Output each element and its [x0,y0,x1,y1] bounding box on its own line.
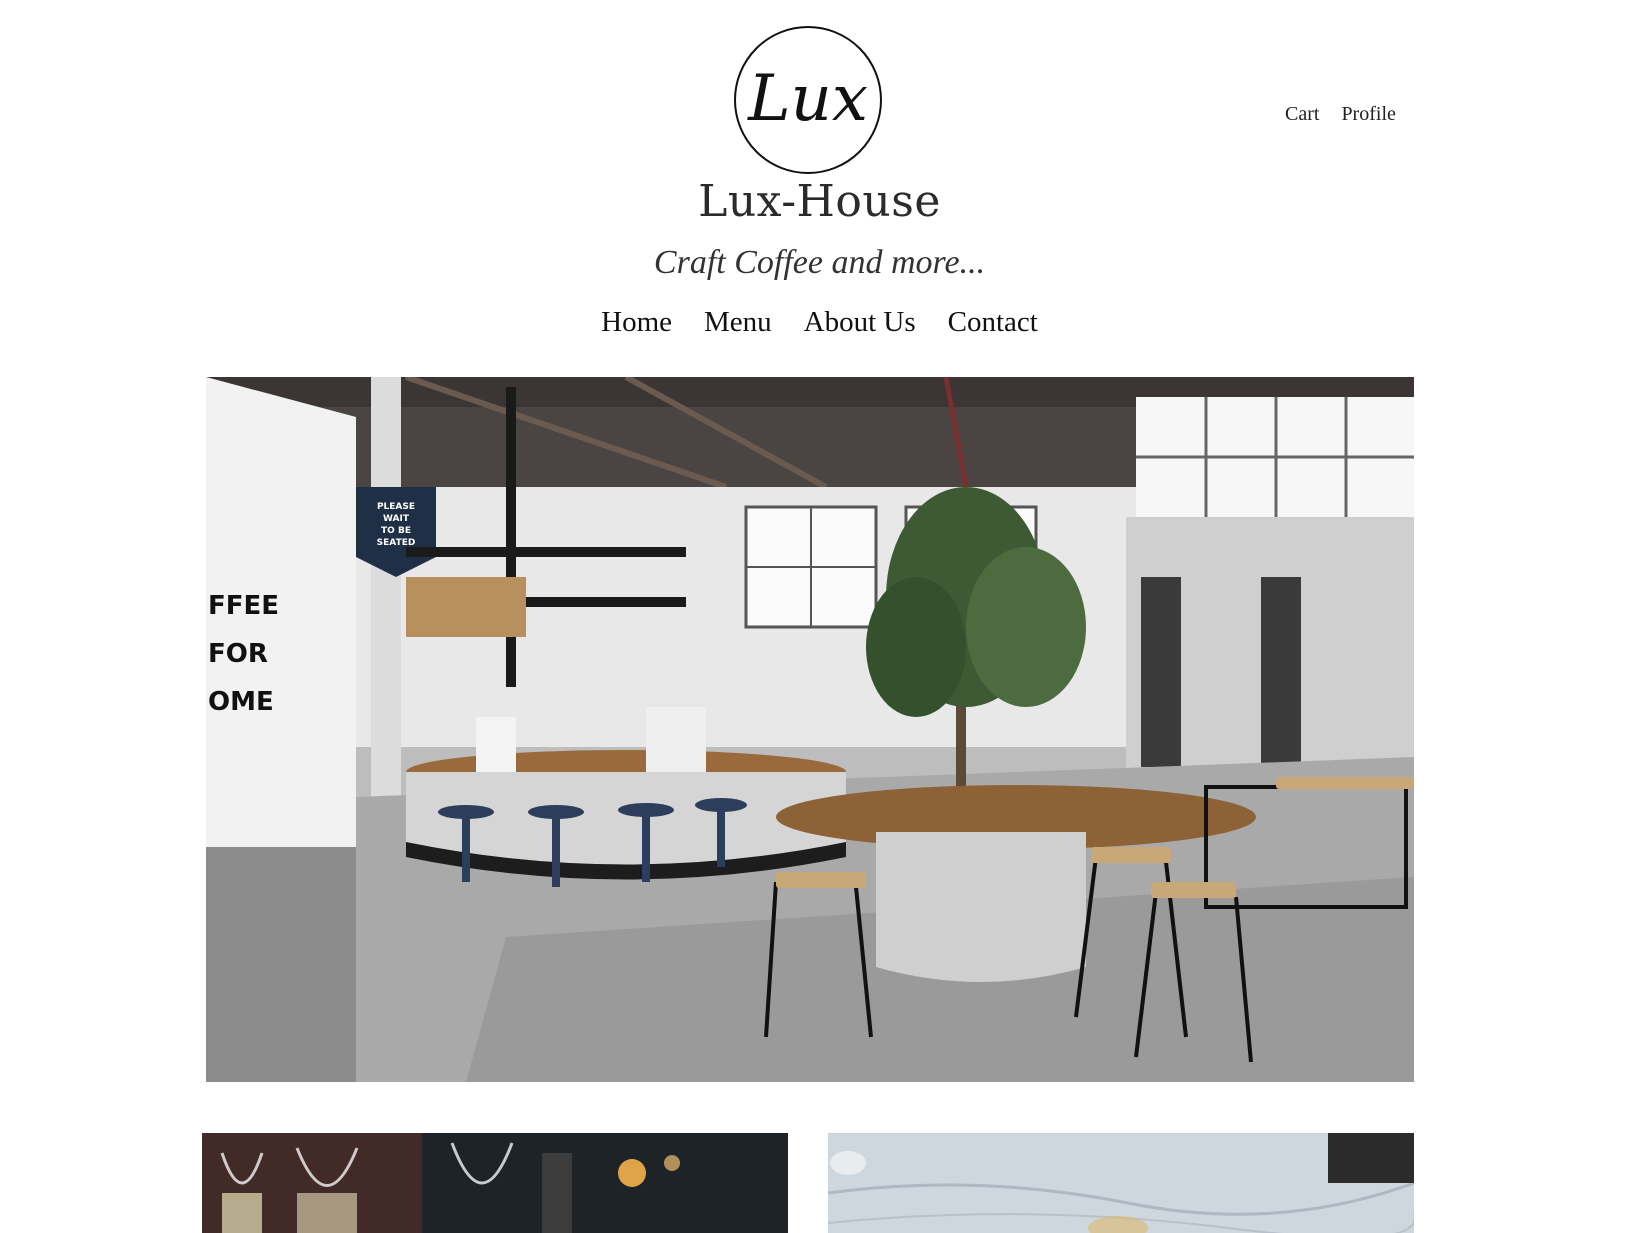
logo-text: Lux [747,62,868,136]
nav-about-us[interactable]: About Us [804,306,916,339]
site-tagline: Craft Coffee and more... [653,244,986,281]
nav-menu[interactable]: Menu [704,306,772,339]
cart-link[interactable]: Cart [1285,103,1319,126]
svg-text:PLEASE: PLEASE [377,502,415,512]
top-links: Cart Profile [1285,103,1396,126]
nav-contact[interactable]: Contact [948,306,1038,339]
nav-home[interactable]: Home [601,306,672,339]
svg-text:SEATED: SEATED [377,538,416,548]
wall-letters-1: FFEE [208,591,279,621]
main-nav: Home Menu About Us Contact [0,306,1639,339]
profile-link[interactable]: Profile [1341,103,1395,126]
wall-letters-2: FOR [208,639,268,669]
svg-text:WAIT: WAIT [383,514,410,524]
svg-text:TO BE: TO BE [381,526,411,536]
card-image-marble[interactable] [828,1133,1414,1233]
site-title: Lux-House [698,176,941,227]
hero-image: FFEE FOR OME PLEASE WAIT TO BE SEATED [206,377,1414,1082]
card-image-wine[interactable] [202,1133,788,1233]
wall-letters-3: OME [208,687,274,717]
logo[interactable]: Lux [733,25,883,175]
